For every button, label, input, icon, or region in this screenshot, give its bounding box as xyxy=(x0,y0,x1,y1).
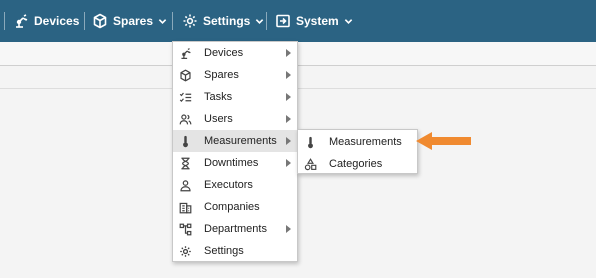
cube-icon xyxy=(178,68,192,82)
top-nav-bar: Devices Spares Settings System xyxy=(0,0,596,42)
shapes-icon xyxy=(303,157,317,171)
chevron-down-icon xyxy=(255,17,264,26)
users-icon xyxy=(178,112,192,126)
nav-settings-label: Settings xyxy=(203,14,251,28)
nav-settings[interactable]: Settings xyxy=(182,11,264,31)
nav-separator xyxy=(4,12,5,30)
menu-item-label: Measurements xyxy=(329,136,402,148)
menu-item-label: Executors xyxy=(204,179,253,191)
content-divider xyxy=(0,88,596,89)
cube-icon xyxy=(92,13,108,29)
hourglass-icon xyxy=(178,156,192,170)
menu-item-label: Departments xyxy=(204,223,267,235)
menu-item-users[interactable]: Users xyxy=(173,108,297,130)
secondary-toolbar xyxy=(0,42,596,66)
nav-separator xyxy=(172,12,173,30)
nav-spares[interactable]: Spares xyxy=(92,11,167,31)
menu-item-downtimes[interactable]: Downtimes xyxy=(173,152,297,174)
chevron-down-icon xyxy=(158,17,167,26)
nav-devices[interactable]: Devices xyxy=(13,11,79,31)
submenu-item-measurements[interactable]: Measurements xyxy=(298,131,417,153)
annotation-arrow-icon xyxy=(416,130,472,155)
nav-system-label: System xyxy=(296,14,339,28)
nav-separator xyxy=(84,12,85,30)
org-chart-icon xyxy=(178,222,192,236)
building-icon xyxy=(178,200,192,214)
submenu-arrow-icon xyxy=(286,49,291,57)
menu-item-settings[interactable]: Settings xyxy=(173,240,297,262)
menu-item-label: Devices xyxy=(204,47,244,59)
checklist-icon xyxy=(178,90,192,104)
robot-arm-icon xyxy=(13,13,29,29)
gear-icon xyxy=(178,244,192,258)
menu-item-label: Users xyxy=(204,113,233,125)
nav-system[interactable]: System xyxy=(275,11,353,31)
chevron-down-icon xyxy=(344,17,353,26)
submenu-arrow-icon xyxy=(286,137,291,145)
submenu-arrow-icon xyxy=(286,159,291,167)
menu-item-label: Measurements xyxy=(204,135,277,147)
menu-item-spares[interactable]: Spares xyxy=(173,64,297,86)
user-icon xyxy=(178,178,192,192)
submenu-arrow-icon xyxy=(286,93,291,101)
nav-devices-label: Devices xyxy=(34,14,80,28)
menu-item-label: Categories xyxy=(329,158,383,170)
nav-spares-label: Spares xyxy=(113,14,154,28)
menu-item-tasks[interactable]: Tasks xyxy=(173,86,297,108)
settings-dropdown-menu: Devices Spares Tasks Users Measurements xyxy=(172,41,298,262)
menu-item-devices[interactable]: Devices xyxy=(173,42,297,64)
thermometer-icon xyxy=(303,135,317,149)
menu-item-companies[interactable]: Companies xyxy=(173,196,297,218)
measurements-submenu: Measurements Categories xyxy=(297,129,418,174)
nav-separator xyxy=(266,12,267,30)
system-login-icon xyxy=(275,13,291,29)
menu-item-label: Downtimes xyxy=(204,157,259,169)
robot-arm-icon xyxy=(178,46,192,60)
menu-item-label: Tasks xyxy=(204,91,233,103)
submenu-item-categories[interactable]: Categories xyxy=(298,153,417,175)
gear-icon xyxy=(182,13,198,29)
menu-item-departments[interactable]: Departments xyxy=(173,218,297,240)
menu-item-measurements[interactable]: Measurements xyxy=(173,130,297,152)
menu-item-label: Spares xyxy=(204,69,239,81)
submenu-arrow-icon xyxy=(286,71,291,79)
menu-item-label: Settings xyxy=(204,245,244,257)
menu-item-label: Companies xyxy=(204,201,260,213)
menu-item-executors[interactable]: Executors xyxy=(173,174,297,196)
submenu-arrow-icon xyxy=(286,115,291,123)
submenu-arrow-icon xyxy=(286,225,291,233)
thermometer-icon xyxy=(178,134,192,148)
